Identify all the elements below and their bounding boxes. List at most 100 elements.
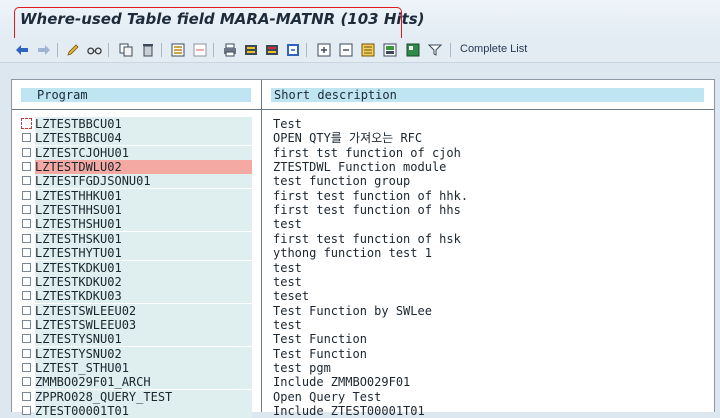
table-row[interactable]: LZTESTBBCU01 Test [12, 117, 714, 131]
where-used-table: Program Short description LZTESTBBCU01 Te… [11, 79, 715, 418]
table-row[interactable]: LZTESTKDKU03 teset [12, 289, 714, 304]
row-checkbox[interactable] [22, 162, 31, 171]
row-checkbox[interactable] [22, 147, 31, 157]
row-checkbox[interactable] [22, 305, 31, 315]
table-row[interactable]: LZTESTHSKU01 first test function of hsk [12, 231, 714, 246]
program-cell[interactable]: LZTESTSWLEEU03 [35, 317, 252, 332]
glasses-icon[interactable] [87, 42, 102, 57]
program-cell[interactable]: LZTESTYSNU01 [35, 332, 252, 347]
program-cell[interactable]: LZTESTKDKU02 [35, 274, 252, 289]
description-cell: test function group [273, 174, 411, 189]
toolbar-separator [161, 43, 162, 57]
table-row[interactable]: LZTESTHHSU01 first test function of hhs [12, 203, 714, 218]
description-cell: test [273, 274, 302, 289]
program-cell[interactable]: LZTESTKDKU03 [35, 289, 252, 304]
program-cell[interactable]: LZTESTYSNU02 [35, 346, 252, 361]
title-highlight-box [14, 7, 402, 42]
table-row[interactable]: LZTESTYSNU01 Test Function [12, 332, 714, 347]
copy-icon[interactable] [118, 42, 133, 57]
row-checkbox[interactable] [22, 205, 31, 215]
table-row[interactable]: ZPPRO028_QUERY_TEST Open Query Test [12, 389, 714, 404]
table-row[interactable]: LZTESTHHKU01 first test function of hhk. [12, 188, 714, 203]
program-cell[interactable]: LZTESTHSHU01 [35, 217, 252, 232]
row-checkbox[interactable] [22, 262, 31, 272]
row-checkbox[interactable] [22, 348, 31, 358]
toolbar-separator [306, 43, 307, 57]
trash-icon[interactable] [140, 42, 155, 57]
row-checkbox[interactable] [22, 276, 31, 286]
row-checkbox[interactable] [22, 176, 31, 186]
table-row[interactable]: LZTESTKDKU01 test [12, 260, 714, 275]
table-row[interactable]: LZTESTDWLU02 ZTESTDWL Function module [12, 160, 714, 174]
row-checkbox[interactable] [22, 391, 31, 401]
row-checkbox[interactable] [22, 291, 31, 301]
column-header-description[interactable]: Short description [271, 88, 704, 102]
table-row[interactable]: LZTESTHYTU01 ythong function test 1 [12, 246, 714, 261]
row-checkbox[interactable] [22, 233, 31, 243]
list-icon[interactable] [360, 42, 375, 57]
program-cell[interactable]: LZTESTCJOHU01 [35, 145, 252, 160]
table-row[interactable]: LZTESTCJOHU01 first tst function of cjoh [12, 145, 714, 160]
description-cell: ZTESTDWL Function module [273, 160, 447, 174]
description-cell: first tst function of cjoh [273, 145, 461, 160]
program-cell[interactable]: LZTESTDWLU02 [35, 160, 252, 174]
table-row[interactable]: LZTESTSWLEEU03 test [12, 317, 714, 332]
print-icon[interactable] [222, 42, 237, 57]
program-cell[interactable]: LZTEST_STHU01 [35, 360, 252, 375]
row-checkbox[interactable] [22, 248, 31, 258]
description-cell: teset [273, 289, 310, 304]
program-cell[interactable]: LZTESTBBCU01 [35, 117, 252, 131]
column-header-program[interactable]: Program [21, 88, 251, 102]
row-checkbox[interactable] [22, 334, 31, 344]
export-icon[interactable] [382, 42, 397, 57]
table-row[interactable]: LZTESTFGDJSONU01 test function group [12, 174, 714, 189]
table-row[interactable]: LZTESTBBCU04 OPEN QTY를 가져오는 RFC [12, 131, 714, 146]
complete-list-button[interactable]: Complete List [460, 43, 527, 55]
row-checkbox[interactable] [21, 118, 32, 129]
table-row[interactable]: LZTEST_STHU01 test pgm [12, 360, 714, 375]
find-next-icon[interactable] [264, 42, 279, 57]
program-cell[interactable]: LZTESTHHSU01 [35, 203, 252, 218]
table-row[interactable]: LZTESTHSHU01 test [12, 217, 714, 232]
select-all-icon[interactable] [170, 42, 185, 57]
table-row[interactable]: ZMMBO029F01_ARCH Include ZMMBO029F01 [12, 375, 714, 390]
table-row[interactable]: ZTEST00001T01 Include ZTEST00001T01 [12, 404, 714, 418]
row-checkbox[interactable] [22, 377, 31, 387]
description-cell: test [273, 317, 302, 332]
program-cell[interactable]: ZTEST00001T01 [35, 404, 252, 418]
refresh-icon[interactable] [285, 42, 300, 57]
program-cell[interactable]: LZTESTSWLEEU02 [35, 303, 252, 318]
back-arrow-icon[interactable] [14, 42, 29, 57]
row-checkbox[interactable] [22, 362, 31, 372]
expand-icon[interactable] [316, 42, 331, 57]
toolbar-separator [57, 43, 58, 57]
table-row[interactable]: LZTESTKDKU02 test [12, 274, 714, 289]
find-icon[interactable] [243, 42, 258, 57]
row-checkbox[interactable] [22, 190, 31, 200]
filter-icon[interactable] [427, 42, 442, 57]
program-cell[interactable]: LZTESTHYTU01 [35, 246, 252, 261]
forward-arrow-icon[interactable] [36, 42, 51, 57]
row-checkbox[interactable] [22, 219, 31, 229]
toolbar-separator [450, 43, 451, 57]
row-checkbox[interactable] [22, 133, 31, 143]
pencil-icon[interactable] [65, 42, 80, 57]
program-cell[interactable]: ZMMBO029F01_ARCH [35, 375, 252, 390]
program-cell[interactable]: LZTESTFGDJSONU01 [35, 174, 252, 189]
deselect-icon[interactable] [192, 42, 207, 57]
description-cell: Test [273, 117, 302, 131]
table-row[interactable]: LZTESTYSNU02 Test Function [12, 346, 714, 361]
collapse-icon[interactable] [338, 42, 353, 57]
description-cell: Open Query Test [273, 389, 382, 404]
description-cell: Include ZMMBO029F01 [273, 375, 411, 390]
program-cell[interactable]: LZTESTHHKU01 [35, 188, 252, 203]
program-cell[interactable]: LZTESTHSKU01 [35, 231, 252, 246]
program-cell[interactable]: LZTESTKDKU01 [35, 260, 252, 275]
program-cell[interactable]: LZTESTBBCU04 [35, 131, 252, 146]
row-checkbox[interactable] [22, 319, 31, 329]
description-cell: first test function of hhs [273, 203, 461, 218]
layout-icon[interactable] [405, 42, 420, 57]
table-row[interactable]: LZTESTSWLEEU02 Test Function by SWLee [12, 303, 714, 318]
program-cell[interactable]: ZPPRO028_QUERY_TEST [35, 389, 252, 404]
title-bar: Where-used Table field MARA-MATNR (103 H… [0, 0, 720, 42]
